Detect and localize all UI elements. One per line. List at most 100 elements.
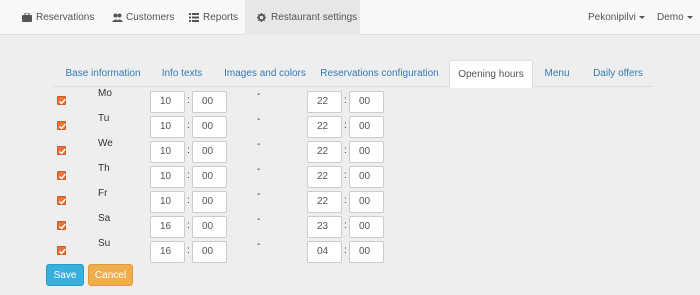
day-checkbox[interactable]	[57, 221, 67, 230]
time-separator: :	[344, 95, 347, 106]
day-checkbox[interactable]	[57, 121, 67, 130]
day-row: Su 16:00-04:00	[0, 238, 700, 263]
time-separator: :	[344, 245, 347, 256]
checkmark-icon	[59, 223, 67, 230]
range-dash: -	[257, 114, 261, 125]
nav-user-menu[interactable]: Pekonipilvi	[588, 0, 645, 35]
nav-restaurant-settings[interactable]: Restaurant settings	[245, 0, 360, 35]
day-label: Mo	[98, 88, 112, 99]
day-checkbox[interactable]	[57, 246, 67, 255]
day-checkbox[interactable]	[57, 96, 67, 105]
gear-icon	[257, 13, 267, 22]
nav-demo-menu[interactable]: Demo	[657, 0, 693, 35]
open-hour-input[interactable]: 10	[150, 191, 185, 213]
nav-reports[interactable]: Reports	[189, 0, 238, 35]
close-hour-input[interactable]: 22	[307, 91, 342, 113]
open-minute-input[interactable]: 00	[192, 241, 227, 263]
open-hour-input[interactable]: 10	[150, 166, 185, 188]
open-hour-input[interactable]: 10	[150, 116, 185, 138]
close-minute-input[interactable]: 00	[349, 91, 384, 113]
close-minute-input[interactable]: 00	[349, 216, 384, 238]
open-minute-input[interactable]: 00	[192, 191, 227, 213]
tab-images-and-colors[interactable]: Images and colors	[219, 60, 311, 87]
day-checkbox[interactable]	[57, 196, 67, 205]
day-row: Th 10:00-22:00	[0, 163, 700, 188]
time-separator: :	[187, 220, 190, 231]
briefcase-icon	[22, 12, 32, 22]
tab-reservations-configuration[interactable]: Reservations configuration	[318, 60, 441, 87]
close-minute-input[interactable]: 00	[349, 191, 384, 213]
time-separator: :	[344, 195, 347, 206]
checkmark-icon	[59, 123, 67, 130]
list-icon	[189, 13, 199, 22]
close-minute-input[interactable]: 00	[349, 141, 384, 163]
cancel-button[interactable]: Cancel	[88, 264, 133, 286]
range-dash: -	[257, 89, 261, 100]
open-minute-input[interactable]: 00	[192, 166, 227, 188]
close-hour-input[interactable]: 22	[307, 191, 342, 213]
day-label: Th	[98, 163, 110, 174]
close-hour-input[interactable]: 22	[307, 166, 342, 188]
save-button[interactable]: Save	[46, 264, 84, 286]
close-hour-input[interactable]: 04	[307, 241, 342, 263]
day-row: Mo 10:00-22:00	[0, 88, 700, 113]
time-separator: :	[187, 245, 190, 256]
tab-menu[interactable]: Menu	[539, 60, 575, 87]
open-hour-input[interactable]: 10	[150, 91, 185, 113]
open-minute-input[interactable]: 00	[192, 91, 227, 113]
checkmark-icon	[59, 148, 67, 155]
nav-reports-label: Reports	[203, 12, 239, 23]
open-hour-input[interactable]: 16	[150, 216, 185, 238]
chevron-down-icon	[686, 16, 693, 19]
day-row: Fr 10:00-22:00	[0, 188, 700, 213]
checkmark-icon	[59, 198, 67, 205]
open-minute-input[interactable]: 00	[192, 141, 227, 163]
open-hour-input[interactable]: 16	[150, 241, 185, 263]
users-icon	[112, 13, 123, 22]
time-separator: :	[187, 95, 190, 106]
close-hour-input[interactable]: 23	[307, 216, 342, 238]
nav-reservations[interactable]: Reservations	[22, 0, 94, 35]
close-hour-input[interactable]: 22	[307, 141, 342, 163]
day-label: Tu	[98, 113, 110, 124]
nav-reservations-label: Reservations	[36, 12, 95, 23]
day-checkbox[interactable]	[57, 171, 67, 180]
checkmark-icon	[59, 248, 67, 255]
open-minute-input[interactable]: 00	[192, 216, 227, 238]
day-checkbox[interactable]	[57, 146, 67, 155]
tab-base-information[interactable]: Base information	[53, 60, 153, 87]
day-label: We	[98, 138, 113, 149]
time-separator: :	[187, 195, 190, 206]
day-label: Sa	[98, 213, 111, 224]
tab-info-texts[interactable]: Info texts	[153, 60, 211, 87]
range-dash: -	[257, 164, 261, 175]
time-separator: :	[344, 120, 347, 131]
open-minute-input[interactable]: 00	[192, 116, 227, 138]
nav-customers[interactable]: Customers	[112, 0, 174, 35]
time-separator: :	[344, 145, 347, 156]
chevron-down-icon	[638, 16, 645, 19]
range-dash: -	[257, 239, 261, 250]
day-row: Sa 16:00-23:00	[0, 213, 700, 238]
day-row: We 10:00-22:00	[0, 138, 700, 163]
tab-opening-hours[interactable]: Opening hours	[449, 60, 533, 88]
tab-daily-offers[interactable]: Daily offers	[588, 60, 648, 87]
time-separator: :	[187, 170, 190, 181]
close-minute-input[interactable]: 00	[349, 116, 384, 138]
time-separator: :	[187, 145, 190, 156]
open-hour-input[interactable]: 10	[150, 141, 185, 163]
close-hour-input[interactable]: 22	[307, 116, 342, 138]
nav-user-label: Pekonipilvi	[588, 12, 636, 23]
settings-tabs: Base information Info texts Images and c…	[53, 60, 653, 88]
close-minute-input[interactable]: 00	[349, 166, 384, 188]
nav-restaurant-settings-label: Restaurant settings	[271, 12, 358, 23]
checkmark-icon	[59, 98, 67, 105]
checkmark-icon	[59, 173, 67, 180]
time-separator: :	[344, 220, 347, 231]
range-dash: -	[257, 189, 261, 200]
nav-customers-label: Customers	[126, 12, 175, 23]
close-minute-input[interactable]: 00	[349, 241, 384, 263]
day-row: Tu 10:00-22:00	[0, 113, 700, 138]
day-label: Su	[98, 238, 111, 249]
top-navbar: Reservations Customers Reports Restauran…	[0, 0, 700, 35]
